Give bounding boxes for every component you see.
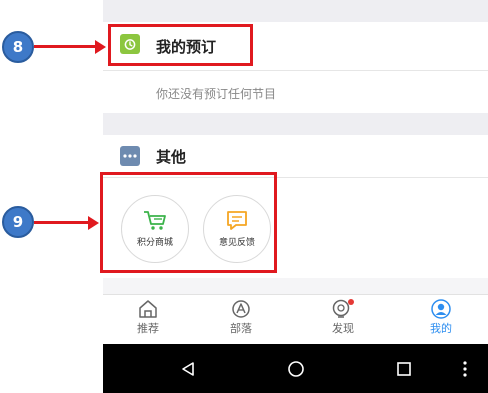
nav-item-mine[interactable]: 我的	[411, 299, 471, 336]
notification-badge	[348, 299, 354, 305]
system-nav-bar	[103, 344, 488, 393]
callout-arrow-9	[34, 221, 89, 224]
nav-item-tribe[interactable]: 部落	[211, 299, 271, 336]
arrow-head-icon	[95, 40, 106, 54]
nav-label: 发现	[332, 322, 354, 335]
recents-square-icon[interactable]	[389, 344, 419, 393]
back-icon[interactable]	[173, 344, 203, 393]
callout-arrow-8	[34, 45, 96, 48]
highlight-box-reservations	[108, 24, 253, 66]
nav-label: 我的	[430, 322, 452, 335]
section-separator	[103, 113, 488, 135]
nav-item-recommend[interactable]: 推荐	[118, 299, 178, 336]
nav-label: 部落	[230, 322, 252, 335]
compass-icon	[232, 300, 250, 318]
bottom-nav: 推荐 部落 发现 我的	[103, 294, 488, 344]
nav-item-discover[interactable]: 发现	[313, 299, 373, 336]
reservations-empty-text: 你还没有预订任何节目	[156, 87, 277, 101]
divider	[103, 70, 488, 71]
radar-icon	[332, 299, 354, 318]
arrow-head-icon	[88, 216, 99, 230]
home-icon	[139, 300, 157, 318]
other-header: 其他	[103, 135, 488, 177]
other-title: 其他	[156, 148, 187, 166]
highlight-box-other-items	[100, 172, 277, 273]
callout-badge-8: 8	[2, 31, 34, 63]
more-dots-icon	[120, 146, 140, 166]
reservations-empty-row: 你还没有预订任何节目	[103, 71, 488, 113]
user-icon	[431, 299, 451, 319]
section-separator	[103, 0, 488, 22]
menu-dots-icon[interactable]	[455, 344, 475, 393]
callout-badge-9: 9	[2, 206, 34, 238]
nav-label: 推荐	[137, 322, 159, 335]
home-circle-icon[interactable]	[281, 344, 311, 393]
